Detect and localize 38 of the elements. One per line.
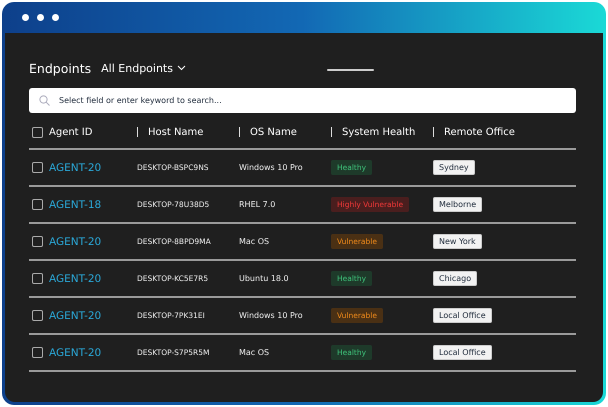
column-header[interactable]: Agent ID [49, 126, 92, 138]
window-control-icon[interactable] [52, 14, 59, 21]
row-checkbox[interactable] [32, 310, 43, 321]
search-field[interactable]: Select field or enter keyword to search... [29, 88, 576, 113]
agent-link[interactable]: AGENT-20 [49, 272, 137, 284]
agent-link[interactable]: AGENT-20 [49, 346, 137, 358]
agent-link[interactable]: AGENT-18 [49, 198, 137, 210]
row-checkbox[interactable] [32, 236, 43, 247]
row-checkbox[interactable] [32, 273, 43, 284]
office-tag: New York [433, 234, 482, 249]
window-control-icon[interactable] [37, 14, 44, 21]
agent-link[interactable]: AGENT-20 [49, 310, 137, 322]
office-tag: Local Office [433, 345, 492, 360]
os-name: Mac OS [239, 237, 270, 246]
os-name: Mac OS [239, 348, 270, 357]
os-name: Windows 10 Pro [239, 311, 304, 320]
page-title: Endpoints [29, 60, 92, 76]
window-control-icon[interactable] [22, 14, 29, 21]
os-name: RHEL 7.0 [239, 200, 276, 209]
column-header[interactable]: Host Name [148, 126, 204, 138]
column-header[interactable]: Remote Office [444, 126, 515, 138]
office-tag: Sydney [433, 160, 475, 175]
select-all-checkbox[interactable] [32, 126, 43, 138]
agent-link[interactable]: AGENT-20 [49, 236, 137, 248]
row-checkbox[interactable] [32, 347, 43, 358]
row-checkbox[interactable] [32, 162, 43, 173]
os-name: Windows 10 Pro [239, 163, 304, 172]
office-tag: Local Office [433, 308, 492, 323]
drag-handle[interactable] [326, 69, 374, 71]
column-header[interactable]: System Health [342, 126, 416, 138]
row-checkbox[interactable] [32, 199, 43, 210]
office-tag: Melborne [433, 197, 482, 212]
filter-dropdown[interactable]: All Endpoints [101, 62, 186, 74]
agent-link[interactable]: AGENT-20 [49, 162, 137, 174]
column-header[interactable]: OS Name [250, 126, 297, 138]
os-name: Ubuntu 18.0 [239, 274, 290, 283]
office-tag: Chicago [433, 271, 478, 286]
chevron-down-icon [176, 65, 186, 71]
